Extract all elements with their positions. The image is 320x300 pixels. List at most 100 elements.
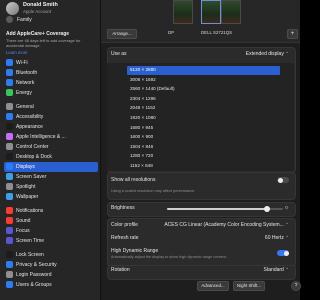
sidebar-item-label: Control Center [16,143,49,150]
arrange-button[interactable]: Arrange... [107,29,137,39]
settings-window: Donald Smith Apple Account Family Add Ap… [0,0,301,300]
lock-screen-icon [6,251,13,258]
display-thumbnail-dell[interactable] [201,0,221,24]
sidebar-item-label: Screen Saver [16,173,47,180]
users-groups-icon [6,281,13,288]
sidebar-item-energy[interactable]: Energy [4,88,98,98]
resolution-option[interactable]: 1504 × 846 [127,143,280,152]
use-as-row: Use as Extended display ⌃ [107,51,293,60]
resolution-option[interactable]: 1680 × 945 [127,124,280,133]
displays-icon [6,163,13,170]
display-label-dell[interactable]: DELL S2721QS [201,30,232,35]
color-profile-row: Color profile ACES CG Linear (Academy Co… [107,222,293,231]
resolution-option[interactable]: 1280 × 720 [127,152,280,161]
sidebar-item-focus[interactable]: Focus [4,226,98,236]
sun-icon: ☼ [283,204,289,211]
sidebar-item-screen-saver[interactable]: Screen Saver [4,172,98,182]
accessibility-icon [6,113,13,120]
show-all-row: Show all resolutions [107,177,293,186]
bluetooth-icon [6,69,13,76]
resolution-list[interactable]: 5120 × 2880 3008 × 1692 2560 × 1440 (Defau… [107,63,294,171]
resolution-option[interactable]: 2304 × 1296 [127,95,280,104]
sidebar-item-users-groups[interactable]: Users & Groups [4,280,98,290]
sidebar-item-displays[interactable]: Displays [4,162,98,172]
sidebar-item-lock-screen[interactable]: Lock Screen [4,250,98,260]
apple-intelligence-icon [6,133,13,140]
sidebar-item-screen-time[interactable]: Screen Time [4,236,98,246]
sidebar-item-bluetooth[interactable]: Bluetooth [4,68,98,78]
applecare-text: There are 48 days left to add coverage f… [6,38,81,48]
sidebar-item-accessibility[interactable]: Accessibility [4,112,98,122]
applecare-title: Add AppleCare+ Coverage [6,31,70,37]
display-thumbnail-dp[interactable] [173,0,193,24]
sidebar-item-wi-fi[interactable]: Wi-Fi [4,58,98,68]
privacy-security-icon [6,261,13,268]
help-button[interactable]: ? [291,281,301,291]
display-arrangement: Arrange... DP DELL S2721QS + [101,0,300,43]
rotation-label: Rotation [111,267,130,273]
applecare-link[interactable]: Learn more [6,50,98,55]
hdr-description: Automatically adjust the display to show… [111,255,227,259]
night-shift-button[interactable]: Night Shift... [233,281,265,291]
refresh-rate-row: Refresh rate 60 Hertz ⌃ [107,235,293,244]
refresh-rate-select[interactable]: 60 Hertz ⌃ [265,235,289,241]
hdr-toggle[interactable] [277,250,289,256]
resolution-option[interactable]: 2048 × 1152 [127,104,280,113]
advanced-button[interactable]: Advanced... [197,281,229,291]
refresh-rate-label: Refresh rate [111,235,139,241]
sidebar-item-label: Bluetooth [16,69,38,76]
sidebar-item-family[interactable]: Family [6,16,96,24]
rotation-select[interactable]: Standard ⌃ [264,267,289,273]
sidebar-item-label: Screen Time [16,237,45,244]
sidebar-item-appearance[interactable]: Appearance [4,122,98,132]
sidebar-item-label: Focus [16,227,30,234]
color-profile-select[interactable]: ACES CG Linear (Academy Color Encoding S… [164,222,289,228]
sidebar-item-label: Displays [16,163,35,170]
sidebar-item-general[interactable]: General [4,102,98,112]
sidebar-item-label: Sound [16,217,31,224]
resolution-option[interactable]: 1920 × 1080 [127,114,280,123]
resolution-option[interactable]: 1152 × 648 [127,162,280,171]
network-icon [6,79,13,86]
brightness-row: Brightness ☼ [107,205,293,213]
sidebar-item-privacy-security[interactable]: Privacy & Security [4,260,98,270]
sidebar-item-network[interactable]: Network [4,78,98,88]
sidebar-item-label: Wallpaper [16,193,39,200]
appearance-icon [6,123,13,130]
sidebar-item-login-password[interactable]: Login Password [4,270,98,280]
sidebar-item-label: Login Password [16,271,52,278]
sidebar-item-label: Notifications [16,207,44,214]
focus-icon [6,227,13,234]
display-label-dp[interactable]: DP [168,30,174,35]
sidebar-item-spotlight[interactable]: Spotlight [4,182,98,192]
chevron-updown-icon: ⌃ [285,267,289,272]
sidebar-item-notifications[interactable]: Notifications [4,206,98,216]
resolution-option[interactable]: 1600 × 900 [127,133,280,142]
screen-saver-icon [6,173,13,180]
brightness-label: Brightness [111,205,135,211]
sidebar-item-control-center[interactable]: Control Center [4,142,98,152]
general-icon [6,103,13,110]
resolution-option[interactable]: 5120 × 2880 [127,66,280,75]
family-icon [6,16,13,23]
user-subtitle: Apple Account [23,8,52,14]
login-password-icon [6,271,13,278]
show-all-toggle[interactable] [277,177,289,183]
user-account[interactable]: Donald Smith Apple Account [6,2,98,16]
display-thumbnail-dell-2[interactable] [221,0,241,24]
sidebar-item-label: Network [16,79,35,86]
resolution-option[interactable]: 2560 × 1440 (Default) [127,85,280,94]
resolution-option[interactable]: 3008 × 1692 [127,76,280,85]
control-center-icon [6,143,13,150]
rotation-row: Rotation Standard ⌃ [107,267,293,276]
sidebar-item-wallpaper[interactable]: Wallpaper [4,192,98,202]
add-display-button[interactable]: + [287,29,298,39]
use-as-label: Use as [111,51,127,57]
use-as-select[interactable]: Extended display ⌃ [246,51,289,57]
sidebar-item-sound[interactable]: Sound [4,216,98,226]
chevron-updown-icon: ⌃ [285,222,289,227]
sidebar-item-desktop-dock[interactable]: Desktop & Dock [4,152,98,162]
sidebar-item-apple-intelligence[interactable]: Apple Intelligence & ... [4,132,98,142]
brightness-thumb[interactable] [263,206,270,212]
scaled-note-row: Using a scaled resolution may affect per… [107,189,293,195]
